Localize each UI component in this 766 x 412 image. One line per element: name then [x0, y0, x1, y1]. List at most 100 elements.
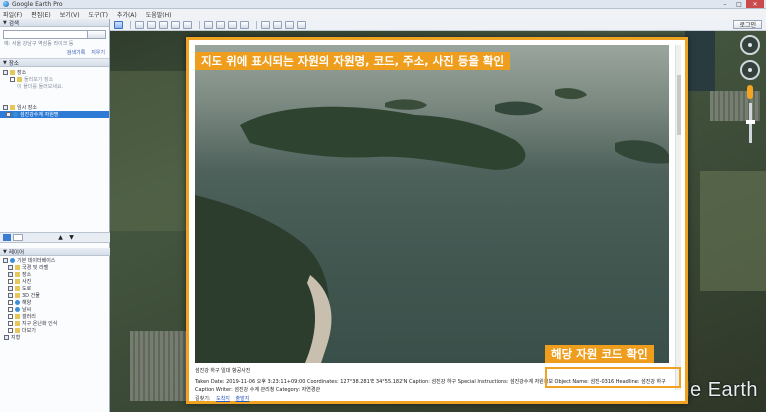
layer-label: 3D 건물 [22, 293, 40, 299]
search-button[interactable] [87, 31, 105, 38]
layers-panel-header[interactable]: ▼ 레이어 [0, 248, 110, 256]
checkbox[interactable] [8, 321, 13, 326]
layers-panel: ▼ 레이어 기본 데이터베이스 국경 및 라벨 장소 사진 도로 3D 건물 해… [0, 248, 110, 341]
zoom-slider[interactable] [745, 103, 755, 143]
toolbar: 로그인 [110, 19, 766, 31]
popup-scrollbar[interactable] [675, 45, 681, 390]
sidebar-toggle-button[interactable] [114, 20, 123, 29]
layer-item[interactable]: 지형 [0, 334, 110, 341]
menu-view[interactable]: 보기(V) [60, 10, 80, 19]
layer-item[interactable]: 더보기 [0, 327, 110, 334]
menu-bar: 파일(F) 편집(E) 보기(V) 도구(T) 추가(A) 도움말(H) [0, 9, 766, 19]
maximize-button[interactable]: □ [732, 0, 746, 8]
path-button[interactable] [159, 20, 168, 29]
directions-from-link[interactable]: 출발지 [236, 396, 250, 402]
search-history-link[interactable]: 검색기록 [67, 49, 85, 56]
google-maps-button[interactable] [297, 20, 306, 29]
search-input[interactable] [4, 31, 87, 38]
menu-file[interactable]: 파일(F) [3, 10, 22, 19]
checkbox[interactable] [3, 258, 8, 263]
folder-icon [10, 105, 15, 110]
places-panel-header[interactable]: ▼ 장소 [0, 59, 109, 67]
tree-item-sightseeing[interactable]: 둘러보기 장소 [0, 76, 109, 83]
scroll-thumb[interactable] [677, 75, 681, 135]
search-hint: 예: 서울 강남구 역삼동 라이크 등 [4, 41, 74, 47]
annotation-top: 지도 위에 표시되는 자원의 자원명, 코드, 주소, 사진 등을 확인 [195, 52, 511, 70]
checkbox[interactable] [8, 293, 13, 298]
menu-edit[interactable]: 편집(E) [31, 10, 51, 19]
layer-label: 날씨 [22, 307, 32, 313]
tree-item-temp[interactable]: 임시 장소 [0, 104, 109, 111]
toolbar-divider [199, 20, 200, 29]
historical-imagery-button[interactable] [204, 20, 213, 29]
places-panel: ▼ 장소 장소 둘러보기 장소 이 폴더를 둘러보세요. 임시 장소 섬진강수계… [0, 58, 109, 200]
overlay-button[interactable] [171, 20, 180, 29]
checkbox[interactable] [4, 335, 9, 340]
print-button[interactable] [273, 20, 282, 29]
checkbox[interactable] [3, 70, 8, 75]
layer-item[interactable]: 해양 [0, 299, 110, 306]
menu-help[interactable]: 도움말(H) [146, 10, 172, 19]
layer-item[interactable]: 국경 및 라벨 [0, 264, 110, 271]
move-up-icon[interactable]: ▲ [57, 234, 64, 241]
folder-icon [10, 70, 15, 75]
close-button[interactable]: ✕ [746, 0, 764, 8]
checkbox[interactable] [8, 279, 13, 284]
layer-item[interactable]: 3D 건물 [0, 292, 110, 299]
checkbox[interactable] [8, 265, 13, 270]
checkbox[interactable] [8, 286, 13, 291]
layer-label: 사진 [22, 279, 32, 285]
checkbox[interactable] [8, 272, 13, 277]
checkbox[interactable] [6, 112, 11, 117]
ruler-button[interactable] [240, 20, 249, 29]
look-joystick[interactable] [740, 60, 760, 80]
save-image-button[interactable] [285, 20, 294, 29]
urban-area [130, 331, 190, 401]
directions-to-link[interactable]: 도착지 [216, 396, 230, 402]
search-panel-header[interactable]: ▼ 검색 [0, 19, 109, 27]
layer-item[interactable]: 갤러리 [0, 313, 110, 320]
aerial-photo-graphic [195, 88, 669, 363]
compass-ring[interactable] [740, 35, 760, 55]
layer-item[interactable]: 기본 데이터베이스 [0, 257, 110, 264]
river-area [685, 31, 715, 91]
polygon-button[interactable] [147, 20, 156, 29]
tree-item-hint: 이 폴더를 둘러보세요. [0, 83, 109, 90]
menu-tools[interactable]: 도구(T) [89, 10, 108, 19]
layer-item[interactable]: 사진 [0, 278, 110, 285]
checkbox[interactable] [8, 307, 13, 312]
move-down-icon[interactable]: ▼ [68, 234, 75, 241]
email-button[interactable] [261, 20, 270, 29]
checkbox[interactable] [3, 105, 8, 110]
checkbox[interactable] [8, 300, 13, 305]
layer-label: 국경 및 라벨 [22, 265, 49, 271]
folder-icon [15, 328, 20, 333]
checkbox[interactable] [8, 314, 13, 319]
layer-item[interactable]: 날씨 [0, 306, 110, 313]
directions-label: 길찾기: [195, 396, 211, 402]
login-button[interactable]: 로그인 [733, 20, 762, 29]
street-view-pegman-icon[interactable] [747, 85, 753, 99]
folder-icon [15, 314, 20, 319]
resource-code-highlight [545, 367, 681, 388]
checkbox[interactable] [8, 328, 13, 333]
layer-item[interactable]: 지구 온난화 인식 [0, 320, 110, 327]
tree-item-places[interactable]: 장소 [0, 69, 109, 76]
island-main [240, 106, 526, 170]
minimize-button[interactable]: – [718, 0, 732, 8]
tree-item-resource[interactable]: 섬진강수계 자원명 [0, 111, 109, 118]
layer-item[interactable]: 도로 [0, 285, 110, 292]
window-title: Google Earth Pro [12, 0, 63, 8]
collapse-triangle-icon: ▼ [3, 19, 7, 26]
menu-add[interactable]: 추가(A) [117, 10, 137, 19]
record-tour-button[interactable] [183, 20, 192, 29]
search-clear-link[interactable]: 지우기 [91, 49, 105, 56]
planets-button[interactable] [228, 20, 237, 29]
filter-box[interactable] [13, 234, 23, 241]
placemark-button[interactable] [135, 20, 144, 29]
checkbox[interactable] [10, 77, 15, 82]
layer-item[interactable]: 장소 [0, 271, 110, 278]
sun-button[interactable] [216, 20, 225, 29]
globe-icon [10, 258, 15, 263]
view-icon[interactable] [3, 234, 11, 241]
